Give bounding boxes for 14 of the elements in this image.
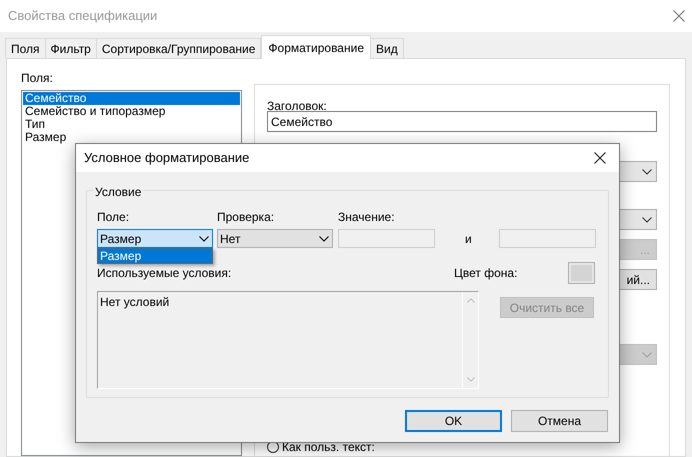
window-title: Свойства спецификации bbox=[8, 7, 158, 26]
value-label: Значение: bbox=[338, 209, 395, 222]
fields-label: Поля: bbox=[21, 70, 54, 87]
bg-color-label: Цвет фона: bbox=[454, 265, 518, 282]
and-label: и bbox=[465, 230, 473, 248]
field-value: Размер bbox=[100, 230, 142, 248]
check-label: Проверка: bbox=[217, 209, 276, 222]
check-value: Нет bbox=[220, 230, 240, 248]
field-label: Поле: bbox=[97, 209, 130, 222]
dialog-title: Условное форматирование bbox=[84, 149, 250, 168]
header-label: Заголовок: bbox=[267, 98, 328, 111]
radio-label: Как польз. текст: bbox=[282, 441, 375, 453]
used-conditions-label: Используемые условия: bbox=[97, 265, 232, 282]
conditions-text: Нет условий bbox=[100, 295, 170, 309]
